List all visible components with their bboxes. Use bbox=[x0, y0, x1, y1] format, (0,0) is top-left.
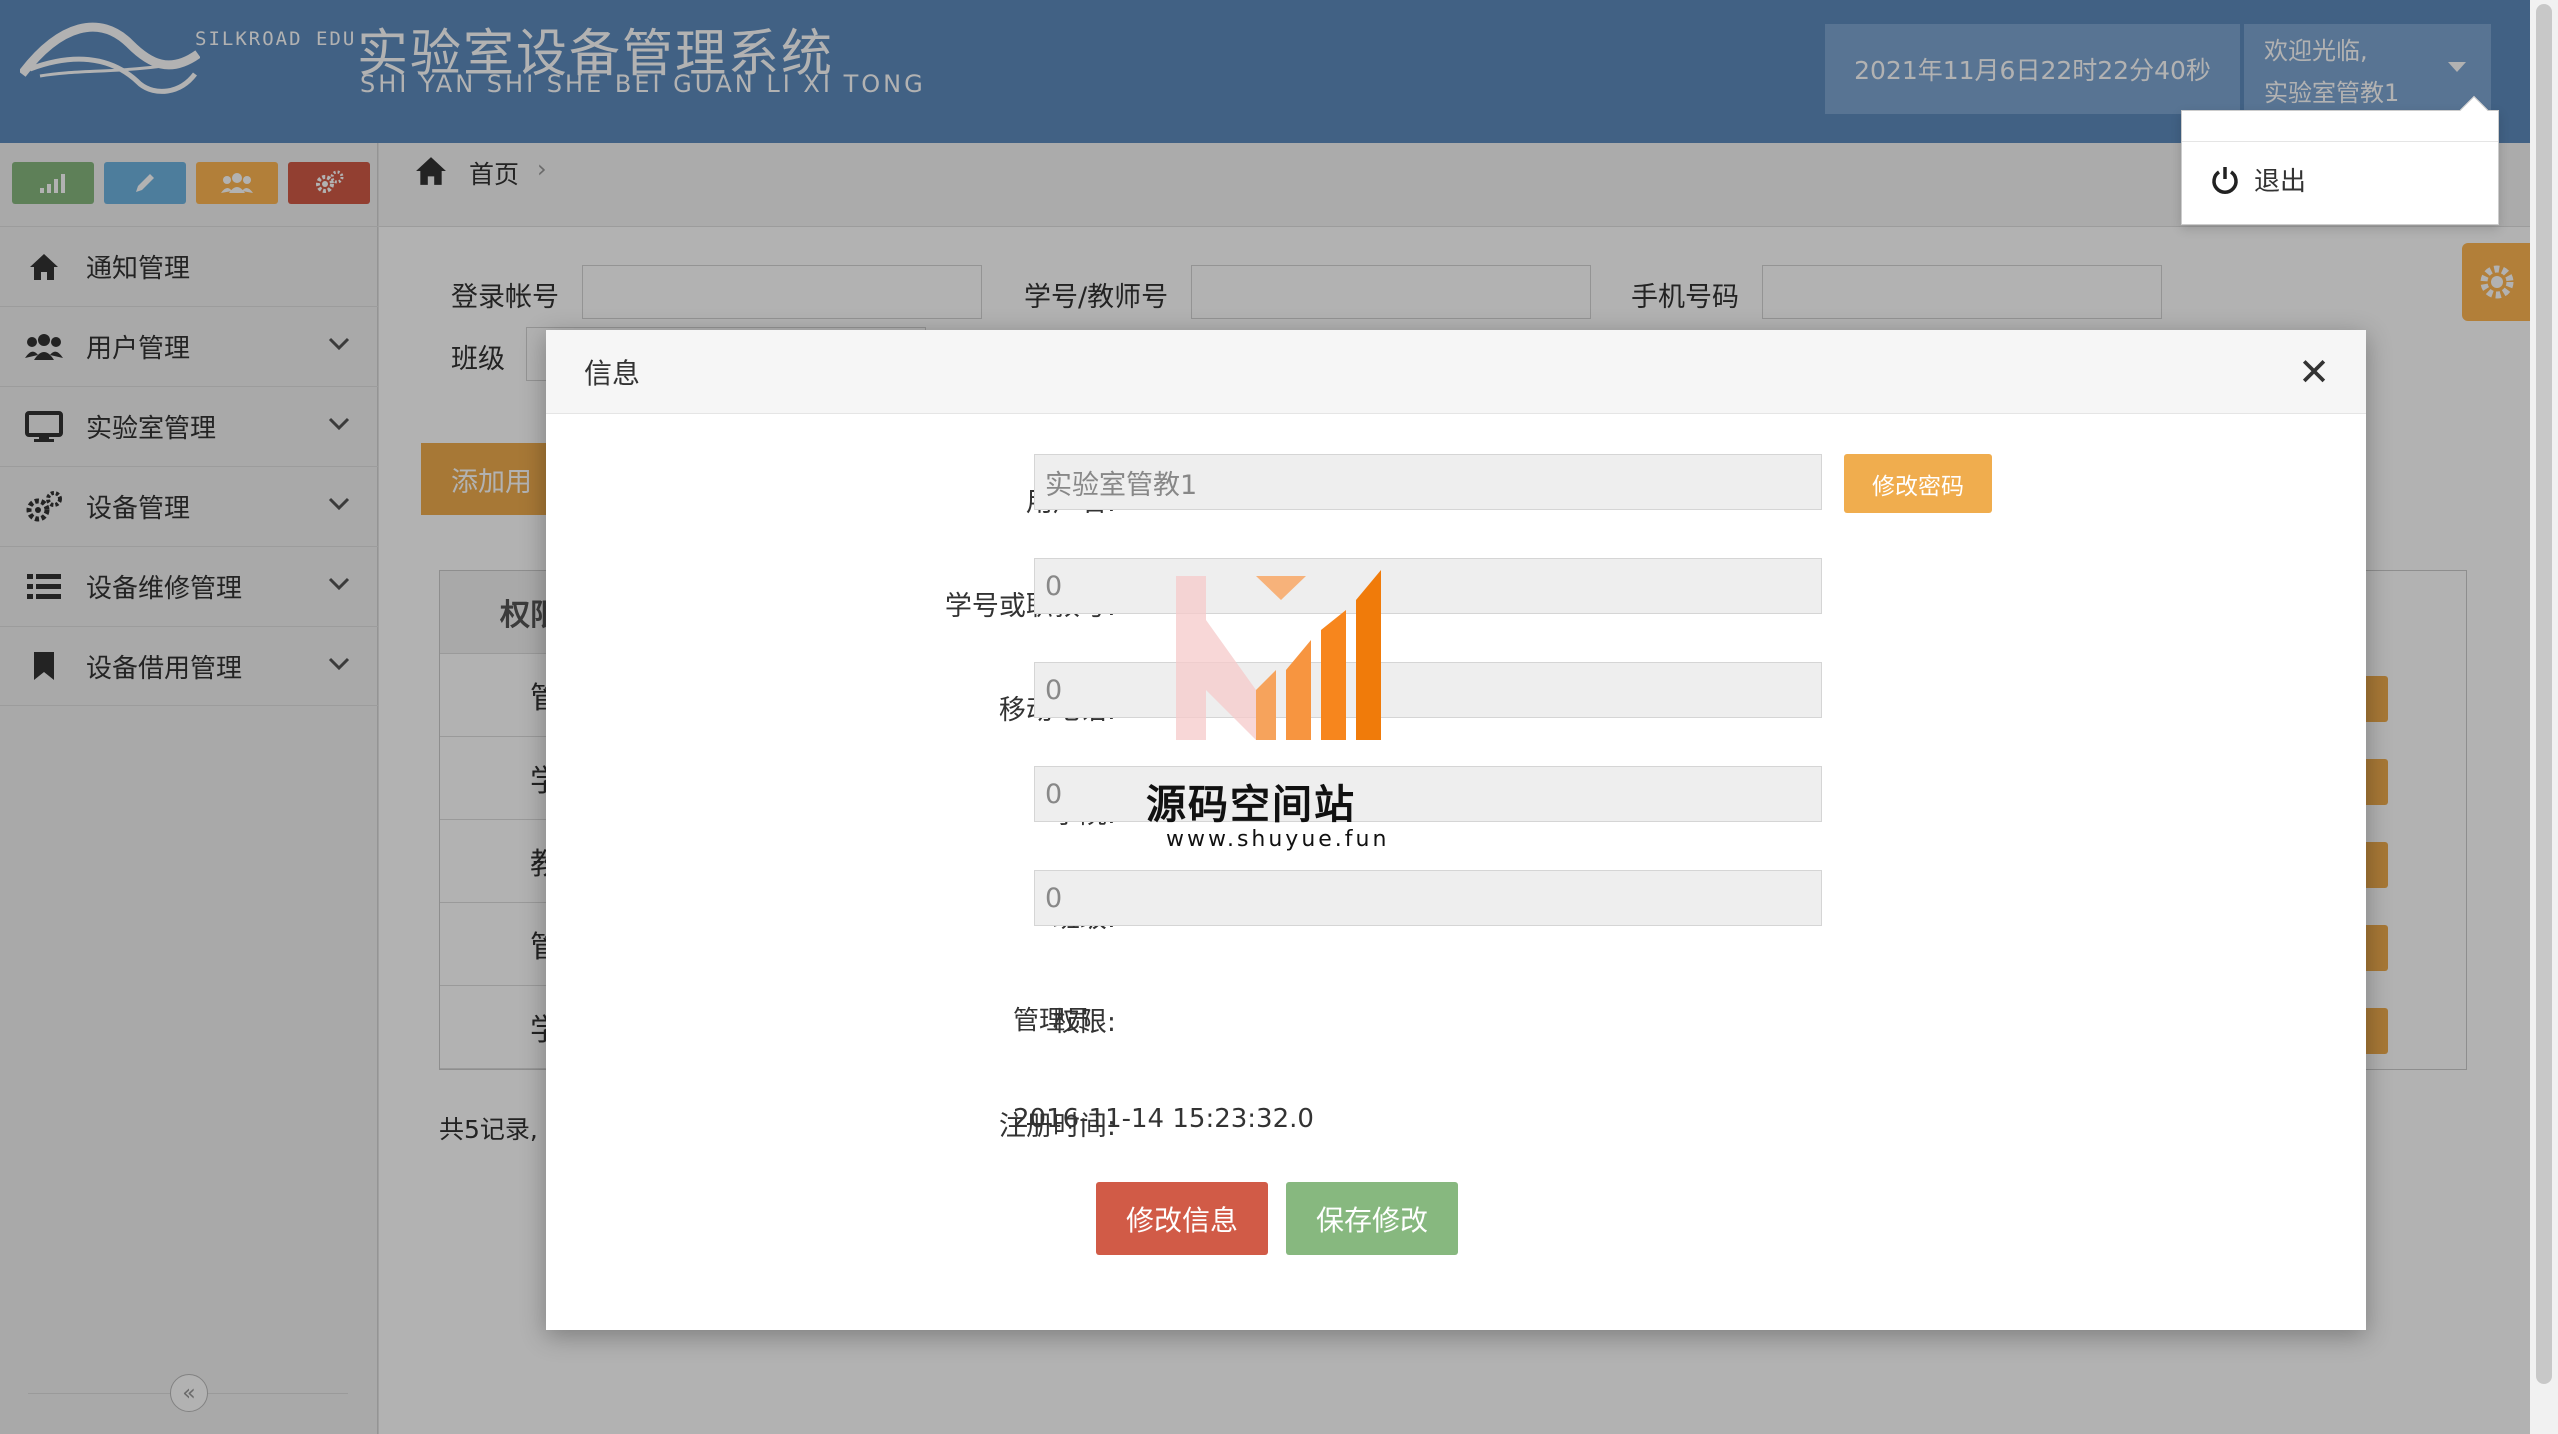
scrollbar-thumb[interactable] bbox=[2536, 4, 2552, 1384]
mobile-phone-value: 0 bbox=[1045, 674, 1063, 706]
dropdown-divider bbox=[2182, 141, 2498, 142]
role-value: 管理员 bbox=[1013, 1006, 1092, 1036]
username-field[interactable]: 实验室管教1 bbox=[1034, 454, 1822, 510]
power-icon bbox=[2212, 166, 2238, 194]
modal-title: 信息 bbox=[584, 357, 641, 390]
save-changes-label: 保存修改 bbox=[1315, 1203, 1428, 1237]
modal-header: 信息 ✕ bbox=[546, 330, 2366, 414]
change-password-button[interactable]: 修改密码 bbox=[1844, 454, 1992, 513]
username-value: 实验室管教1 bbox=[1045, 469, 1198, 501]
user-dropdown-menu: 退出 bbox=[2181, 95, 2499, 225]
class-field[interactable]: 0 bbox=[1034, 870, 1822, 926]
logout-menu-item[interactable]: 退出 bbox=[2210, 161, 2306, 198]
register-time-value: 2016-11-14 15:23:32.0 bbox=[1013, 1104, 1314, 1134]
save-changes-button[interactable]: 保存修改 bbox=[1286, 1182, 1458, 1255]
change-password-label: 修改密码 bbox=[1872, 473, 1964, 500]
watermark-url: www.shuyue.fun bbox=[1166, 827, 1390, 852]
user-info-modal: 信息 ✕ 用户名: 实验室管教1 修改密码 学号或职教号: 0 移动电话: 0 … bbox=[546, 330, 2366, 1330]
class-value: 0 bbox=[1045, 882, 1063, 914]
logout-label: 退出 bbox=[2254, 167, 2307, 197]
close-icon[interactable]: ✕ bbox=[2298, 353, 2330, 391]
page-scrollbar[interactable] bbox=[2530, 0, 2558, 1434]
college-value: 0 bbox=[1045, 778, 1063, 810]
watermark-name: 源码空间站 bbox=[1146, 782, 1356, 828]
edit-info-label: 修改信息 bbox=[1125, 1203, 1238, 1237]
id-number-value: 0 bbox=[1045, 570, 1063, 602]
edit-info-button[interactable]: 修改信息 bbox=[1096, 1182, 1268, 1255]
